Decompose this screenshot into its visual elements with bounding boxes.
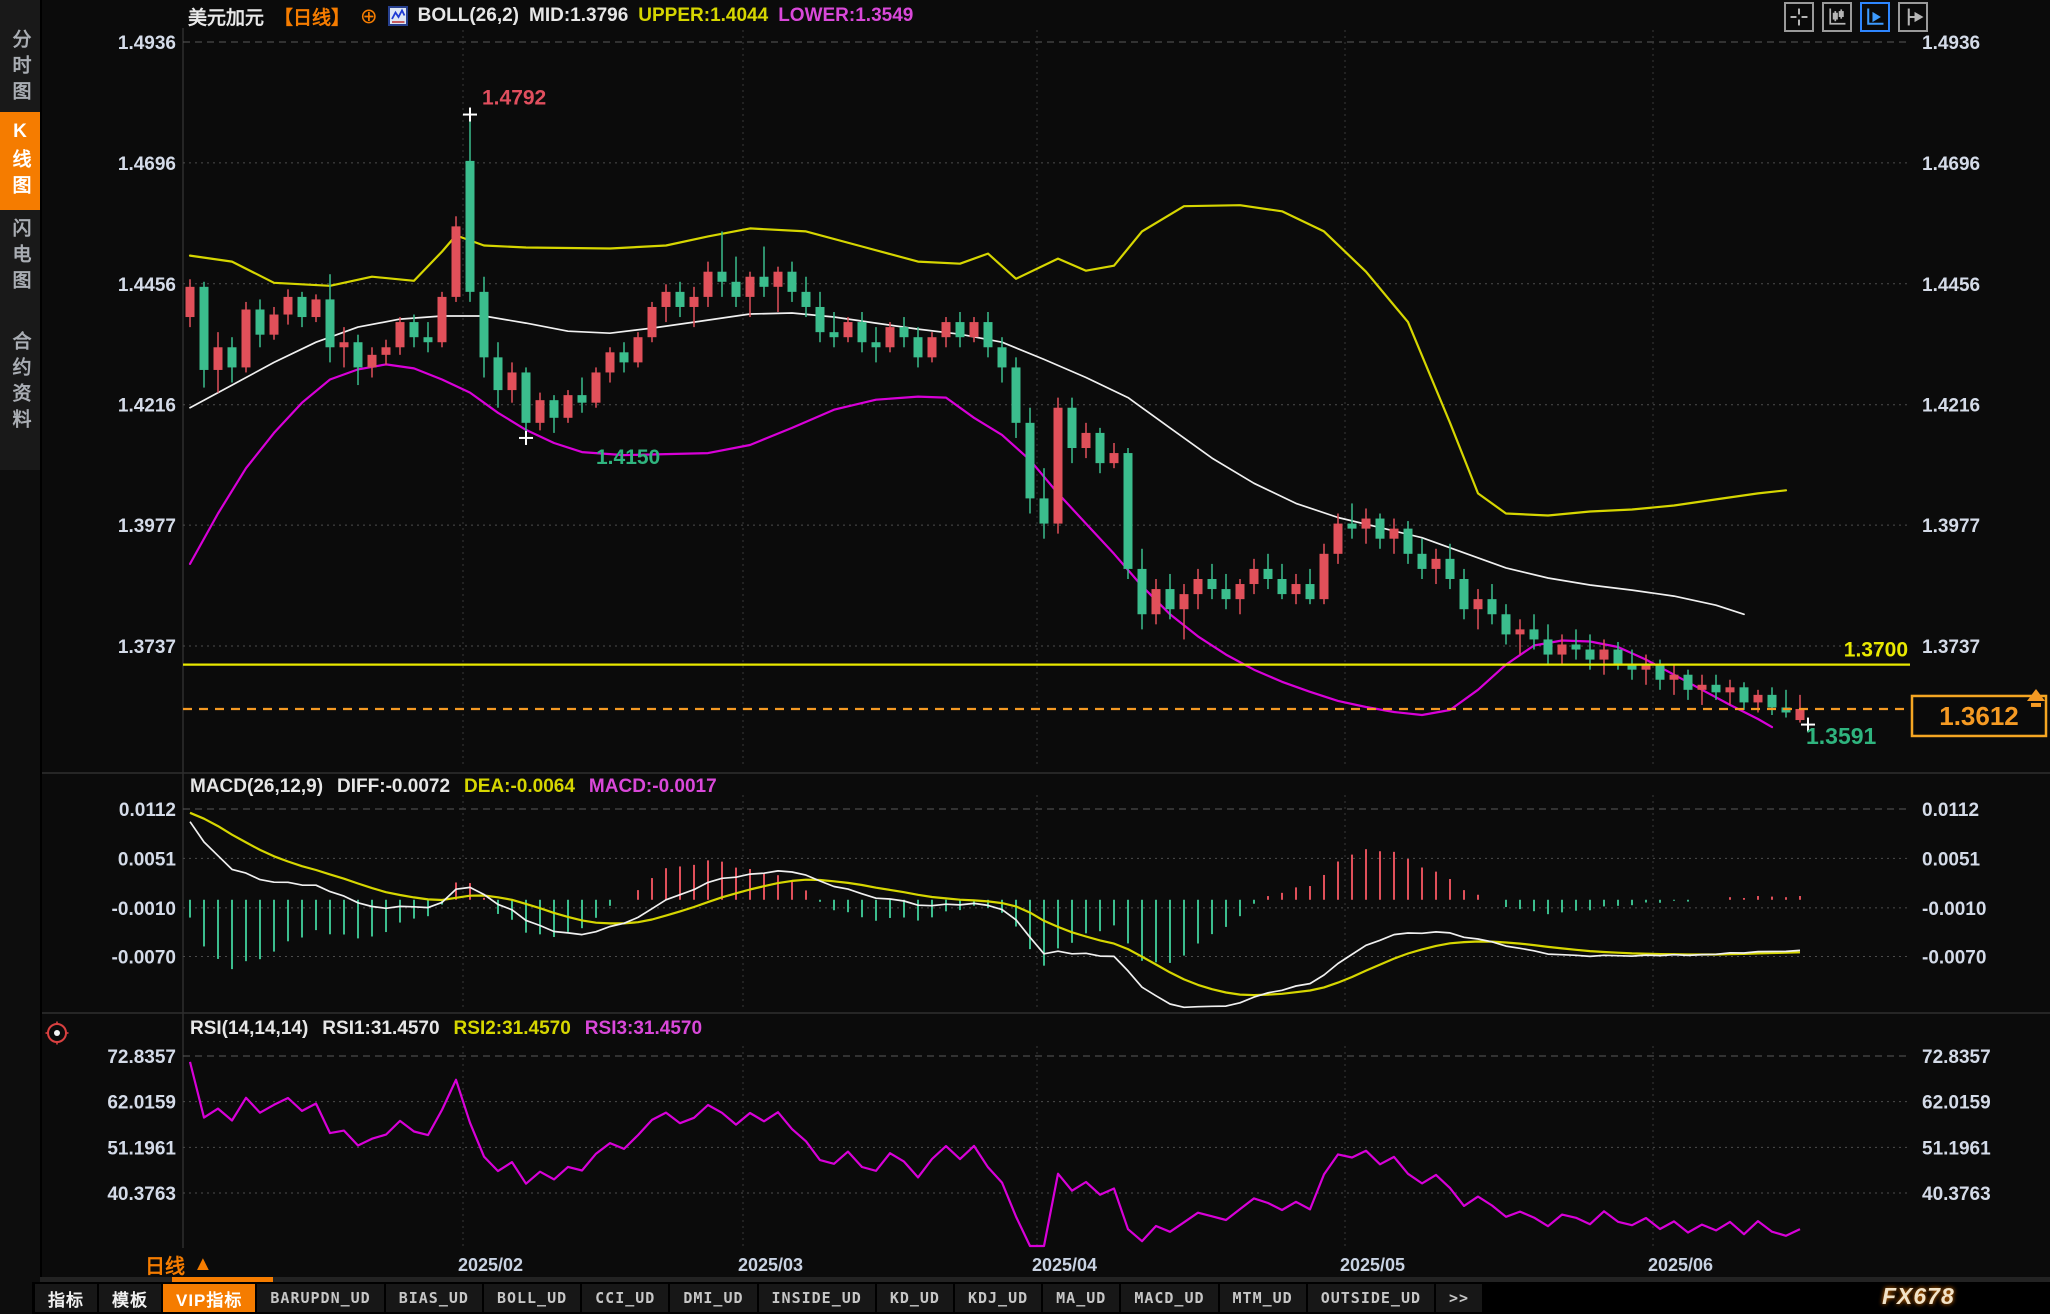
svg-text:-0.0010: -0.0010 [1922, 899, 1986, 920]
date-label: 2025/04 [1032, 1255, 1097, 1275]
axis-candle-icon[interactable] [1822, 2, 1852, 32]
bottom-toolbar: 指标模板VIP指标BARUPDN_UDBIAS_UDBOLL_UDCCI_UDD… [0, 1282, 2050, 1314]
boll-lower-value: LOWER:1.3549 [778, 5, 913, 27]
sidebar-item-0[interactable]: 分时图 [0, 26, 40, 110]
rsi3-value: RSI3:31.4570 [585, 1018, 702, 1040]
support-line-label: 1.3700 [1844, 639, 1908, 662]
sidebar-item-1[interactable]: K线图 [0, 112, 40, 210]
macd-macd-value: MACD:-0.0017 [589, 776, 717, 798]
rsi-layer [190, 1062, 1800, 1246]
axis-play-icon[interactable] [1860, 2, 1890, 32]
period-tag[interactable]: 【日线】 [274, 3, 350, 30]
svg-text:72.8357: 72.8357 [1922, 1047, 1991, 1068]
svg-text:1.4216: 1.4216 [118, 396, 176, 417]
toolbar-item--[interactable]: 指标 [35, 1284, 97, 1312]
candles-layer [186, 115, 1805, 723]
date-label: 2025/06 [1648, 1255, 1713, 1275]
macd-layer [190, 813, 1800, 1008]
period-selector-label: 日线 [145, 1250, 185, 1279]
svg-text:1.4456: 1.4456 [1922, 275, 1980, 296]
boll-mid-value: MID:1.3796 [529, 5, 628, 27]
price-lines [183, 665, 1910, 709]
svg-text:1.3977: 1.3977 [118, 516, 176, 537]
sidebar: 分时图K线图闪电图合约资料 [0, 0, 42, 1282]
sidebar-item-2[interactable]: 闪电图 [0, 214, 40, 300]
svg-text:-0.0070: -0.0070 [1922, 947, 1986, 968]
sidebar-item-3[interactable]: 合约资料 [0, 304, 40, 462]
boll-upper-value: UPPER:1.4044 [638, 5, 768, 27]
toolbar-item-BARUPDN_UD[interactable]: BARUPDN_UD [257, 1284, 383, 1312]
toolbar-item-VIP-[interactable]: VIP指标 [163, 1284, 255, 1312]
svg-text:1.4456: 1.4456 [118, 275, 176, 296]
toolbar-item-OUTSIDE_UD[interactable]: OUTSIDE_UD [1308, 1284, 1434, 1312]
high-price-label: 1.4792 [482, 87, 546, 110]
toolbar-item-INSIDE_UD[interactable]: INSIDE_UD [759, 1284, 875, 1312]
mini-chart-icon[interactable] [388, 6, 408, 26]
panel-chrome [40, 28, 2050, 1248]
svg-text:-0.0070: -0.0070 [112, 947, 176, 968]
toolbar-item-CCI_UD[interactable]: CCI_UD [582, 1284, 668, 1312]
low-price-label: 1.4150 [596, 446, 660, 469]
toolbar-item--[interactable]: 模板 [99, 1284, 161, 1312]
crosshair-icon[interactable] [1784, 2, 1814, 32]
annotations: 1.4792 1.4150 1.3591 1.3700 1.3612 [463, 87, 2046, 749]
boll-label: BOLL(26,2) [418, 5, 519, 27]
svg-text:1.3977: 1.3977 [1922, 516, 1980, 537]
symbol-name: 美元加元 [188, 3, 264, 30]
svg-text:0.0112: 0.0112 [1922, 800, 1979, 821]
toolbar-item-MACD_UD[interactable]: MACD_UD [1121, 1284, 1217, 1312]
svg-text:-0.0010: -0.0010 [112, 899, 176, 920]
toolbar-item->>[interactable]: >> [1436, 1284, 1482, 1312]
toolbar-item-DMI_UD[interactable]: DMI_UD [670, 1284, 756, 1312]
rsi2-value: RSI2:31.4570 [454, 1018, 571, 1040]
last-low-label: 1.3591 [1806, 723, 1877, 749]
indicator-settings-icon[interactable] [44, 1020, 70, 1046]
toolbar-item-BOLL_UD[interactable]: BOLL_UD [484, 1284, 580, 1312]
macd-pane-header: MACD(26,12,9) DIFF:-0.0072 DEA:-0.0064 M… [190, 776, 717, 798]
svg-text:1.4696: 1.4696 [118, 154, 176, 175]
svg-text:1.4936: 1.4936 [118, 33, 176, 54]
svg-text:62.0159: 62.0159 [1922, 1093, 1991, 1114]
svg-text:62.0159: 62.0159 [107, 1093, 176, 1114]
svg-text:0.0051: 0.0051 [1922, 849, 1981, 870]
svg-text:40.3763: 40.3763 [107, 1184, 176, 1205]
svg-text:1.4696: 1.4696 [1922, 154, 1980, 175]
date-label: 2025/05 [1340, 1255, 1405, 1275]
brand-logo: FX678 [1882, 1283, 1955, 1310]
svg-text:40.3763: 40.3763 [1922, 1184, 1991, 1205]
toolbar-item-KD_UD[interactable]: KD_UD [877, 1284, 953, 1312]
svg-text:51.1961: 51.1961 [1922, 1138, 1991, 1159]
toolbar-item-MTM_UD[interactable]: MTM_UD [1220, 1284, 1306, 1312]
svg-text:0.0112: 0.0112 [119, 800, 176, 821]
chart-toolbar-icons [1784, 2, 1928, 32]
alert-add-icon[interactable]: ⊕ [360, 4, 378, 29]
toolbar-corner [0, 1282, 32, 1314]
rsi-title: RSI(14,14,14) [190, 1018, 308, 1040]
svg-text:1.4936: 1.4936 [1922, 33, 1980, 54]
triangle-up-icon: ▲ [193, 1253, 213, 1276]
macd-title: MACD(26,12,9) [190, 776, 323, 798]
svg-text:1.3737: 1.3737 [1922, 637, 1980, 658]
trading-app-window: 1.4936 1.4936 1.4696 1.4696 1.4456 1.4456 1.42… [0, 0, 2050, 1314]
svg-text:72.8357: 72.8357 [107, 1047, 176, 1068]
rsi1-value: RSI1:31.4570 [322, 1018, 439, 1040]
toolbar-item-BIAS_UD[interactable]: BIAS_UD [386, 1284, 482, 1312]
svg-text:1.3737: 1.3737 [118, 637, 176, 658]
toolbar-item-KDJ_UD[interactable]: KDJ_UD [955, 1284, 1041, 1312]
date-label: 2025/03 [738, 1255, 803, 1275]
svg-text:1.4216: 1.4216 [1922, 396, 1980, 417]
macd-diff-value: DIFF:-0.0072 [337, 776, 450, 798]
sidebar-filler [0, 470, 40, 1282]
svg-text:0.0051: 0.0051 [118, 849, 177, 870]
chart-canvas[interactable]: 1.4936 1.4936 1.4696 1.4696 1.4456 1.4456 1.42… [0, 0, 2050, 1314]
toolbar-item-MA_UD[interactable]: MA_UD [1043, 1284, 1119, 1312]
period-selector[interactable]: 日线 ▲ [145, 1250, 213, 1279]
svg-text:51.1961: 51.1961 [107, 1138, 176, 1159]
current-price-value: 1.3612 [1939, 701, 2019, 731]
rsi-pane-header: RSI(14,14,14) RSI1:31.4570 RSI2:31.4570 … [190, 1018, 702, 1040]
chart-header: 美元加元 【日线】 ⊕ BOLL(26,2) MID:1.3796 UPPER:… [188, 2, 913, 30]
macd-dea-value: DEA:-0.0064 [464, 776, 575, 798]
axis-arrow-icon[interactable] [1898, 2, 1928, 32]
date-label: 2025/02 [458, 1255, 523, 1275]
